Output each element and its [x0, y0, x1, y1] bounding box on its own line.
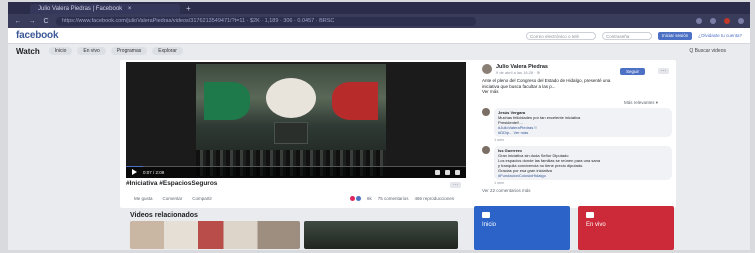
comment-hashtag[interactable]: #FundacionColosioHidalgo — [498, 173, 668, 178]
comment-time[interactable]: 1 sem — [494, 138, 672, 142]
comments-count[interactable]: 75 comentarios — [378, 196, 409, 201]
profile-icon[interactable] — [724, 18, 730, 24]
video-more-button[interactable]: ··· — [450, 182, 461, 188]
related-video-thumbnail[interactable] — [130, 221, 300, 249]
browser-tabbar: Julio Valera Piedras | Facebook × + — [8, 2, 750, 14]
back-icon[interactable]: ← — [14, 18, 22, 25]
progress-fill — [126, 166, 143, 167]
extensions-icon[interactable] — [710, 18, 716, 24]
new-tab-icon[interactable]: + — [186, 4, 191, 14]
comment: Iss Guerrero Gran iniciativa sin duda Se… — [482, 146, 672, 185]
close-icon[interactable]: × — [128, 6, 132, 12]
sort-comments-dropdown[interactable]: Más relevantes ▾ — [624, 100, 658, 106]
forward-icon[interactable]: → — [28, 18, 36, 25]
browser-tab[interactable]: Julio Valera Piedras | Facebook × — [30, 4, 180, 14]
video-card: 0:07 / 2:09 #Iniciativa #EspaciosSeguros… — [120, 60, 676, 208]
watch-title: Watch — [16, 46, 40, 56]
panel-label: En vivo — [586, 222, 606, 228]
tab-programas[interactable]: Programas — [110, 47, 148, 55]
tab-explorar[interactable]: Explorar — [152, 47, 183, 55]
facebook-header: facebook Correo electrónico o telé Contr… — [8, 28, 750, 44]
video-title[interactable]: #Iniciativa #EspaciosSeguros — [126, 180, 217, 187]
comment-bubble: Iss Guerrero Gran iniciativa sin duda Se… — [494, 146, 672, 180]
video-frame — [196, 64, 386, 176]
player-controls: 0:07 / 2:09 — [126, 166, 466, 178]
login-button[interactable]: Iniciar sesión — [657, 31, 693, 40]
avatar[interactable] — [482, 108, 490, 116]
progress-bar[interactable] — [126, 166, 466, 167]
post-date[interactable]: 9 de abril a las 18:28 · ⊕ — [496, 70, 548, 75]
inicio-panel[interactable]: Inicio — [474, 206, 570, 250]
comment-time[interactable]: 1 sem — [494, 181, 672, 185]
follow-button[interactable]: Seguir — [620, 68, 646, 75]
menu-icon[interactable] — [738, 18, 744, 24]
post-text: Ante el pleno del Congreso del Estado de… — [482, 78, 662, 95]
flag-decoration — [332, 82, 378, 120]
flag-decoration — [204, 82, 250, 120]
like-button[interactable]: Me gusta — [134, 196, 153, 201]
tab-inicio[interactable]: Inicio — [48, 47, 73, 55]
share-button[interactable]: Compartir — [192, 196, 212, 201]
more-comments-link[interactable]: Ver 22 comentarios más — [482, 188, 531, 193]
live-video-icon — [586, 212, 594, 218]
see-more-link[interactable]: Ver más — [482, 89, 662, 95]
screen: Julio Valera Piedras | Facebook × + ← → … — [8, 2, 750, 250]
email-field[interactable]: Correo electrónico o telé — [525, 31, 596, 40]
post-actions: Me gusta Comentar Compartir — [134, 196, 212, 201]
browser-tab-title: Julio Valera Piedras | Facebook — [38, 6, 123, 12]
search-videos-button[interactable]: Q Buscar videos — [689, 48, 726, 54]
browser-addressbar: ← → C https://www.facebook.com/julioVale… — [8, 14, 750, 28]
home-video-icon — [482, 212, 490, 218]
fullscreen-icon[interactable] — [445, 169, 450, 175]
more-options-button[interactable]: ··· — [658, 68, 669, 74]
password-field[interactable]: Contraseña — [601, 31, 652, 40]
like-reaction-icon — [356, 196, 361, 201]
flag-emblem — [266, 78, 316, 118]
login-area: Correo electrónico o telé Contraseña Ini… — [525, 31, 742, 40]
settings-icon[interactable] — [435, 169, 440, 175]
browser-toolbar-icons — [696, 18, 744, 24]
video-player[interactable]: 0:07 / 2:09 — [126, 62, 466, 178]
avatar[interactable] — [482, 64, 492, 74]
facebook-logo[interactable]: facebook — [16, 30, 59, 41]
author-row: Julio Valera Piedras 9 de abril a las 18… — [482, 64, 548, 75]
en-vivo-panel[interactable]: En vivo — [578, 206, 674, 250]
related-video-thumbnail[interactable] — [304, 221, 458, 249]
podium — [274, 122, 308, 144]
video-time: 0:07 / 2:09 — [143, 169, 165, 175]
love-reaction-icon — [350, 196, 355, 201]
views-count: 466 reproducciones — [414, 196, 455, 201]
watch-nav: Watch Inicio En vivo Programas Explorar … — [8, 44, 750, 58]
player-right-controls — [435, 169, 460, 175]
comment: Jesús Vergara Muchas felicidades por tan… — [482, 108, 672, 142]
url-field[interactable]: https://www.facebook.com/julioValeraPied… — [56, 16, 476, 26]
forgot-account-link[interactable]: ¿Olvidaste tu cuenta? — [698, 33, 742, 38]
avatar[interactable] — [482, 146, 490, 154]
reload-icon[interactable]: C — [42, 18, 50, 25]
related-videos-title: Videos relacionados — [130, 212, 198, 219]
comment-button[interactable]: Comentar — [163, 196, 183, 201]
play-icon[interactable] — [132, 169, 137, 175]
reactions-count[interactable]: 6k — [367, 196, 372, 201]
comment-bubble: Jesús Vergara Muchas felicidades por tan… — [494, 108, 672, 137]
comment-hashtag[interactable]: #DDip... Ver más — [498, 130, 668, 135]
volume-icon[interactable] — [455, 169, 460, 175]
panel-label: Inicio — [482, 222, 497, 228]
bookmark-icon[interactable] — [696, 18, 702, 24]
tab-en-vivo[interactable]: En vivo — [77, 47, 106, 55]
post-sidebar: Julio Valera Piedras 9 de abril a las 18… — [474, 62, 672, 202]
reactions-summary: 6k 75 comentarios 466 reproducciones — [350, 196, 454, 201]
